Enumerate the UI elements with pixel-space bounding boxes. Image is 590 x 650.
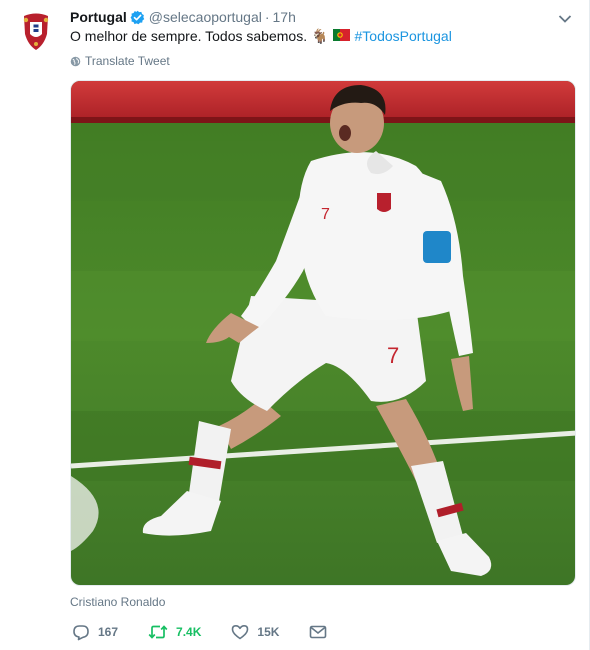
chevron-down-icon[interactable] [558,11,572,23]
translate-tweet-link[interactable]: Translate Tweet [70,54,170,68]
ronaldo-celebration-photo: 7 7 [71,81,575,585]
translate-label: Translate Tweet [85,54,170,68]
fpf-crest-icon [23,13,49,50]
tweet-header: Portugal @selecaoportugal · 17h [70,7,296,27]
retweet-count: 7.4K [176,625,202,639]
avatar[interactable] [20,12,52,52]
timestamp[interactable]: 17h [273,9,296,25]
retweet-button[interactable]: 7.4K [148,624,201,640]
shorts-number: 7 [387,343,399,368]
like-count: 15K [257,625,280,639]
media-caption[interactable]: Cristiano Ronaldo [70,595,165,609]
reply-count: 167 [98,625,119,639]
reply-button[interactable]: 167 [72,624,118,641]
like-button[interactable]: 15K [231,624,279,640]
retweet-icon [148,625,168,639]
hashtag-link[interactable]: #TodosPortugal [355,27,452,45]
tweet-card[interactable]: Portugal @selecaoportugal · 17h O melhor… [0,0,590,650]
tweet-action-bar: 167 7.4K 15K [72,621,357,643]
envelope-icon [310,625,327,639]
verified-badge-icon [130,10,145,25]
portugal-flag-emoji [332,27,350,45]
direct-message-button[interactable] [309,625,327,639]
separator-dot: · [264,9,270,25]
display-name[interactable]: Portugal [70,9,127,25]
jersey-number: 7 [321,206,330,223]
handle[interactable]: @selecaoportugal [149,9,262,25]
reply-icon [73,624,89,640]
goat-emoji: 🐐 [311,28,329,44]
tweet-body: O melhor de sempre. Todos sabemos. [70,28,308,44]
globe-icon [70,56,81,66]
heart-icon [232,625,249,640]
tweet-photo[interactable]: 7 7 [70,80,576,586]
tweet-text: O melhor de sempre. Todos sabemos. 🐐 #To… [70,27,452,45]
